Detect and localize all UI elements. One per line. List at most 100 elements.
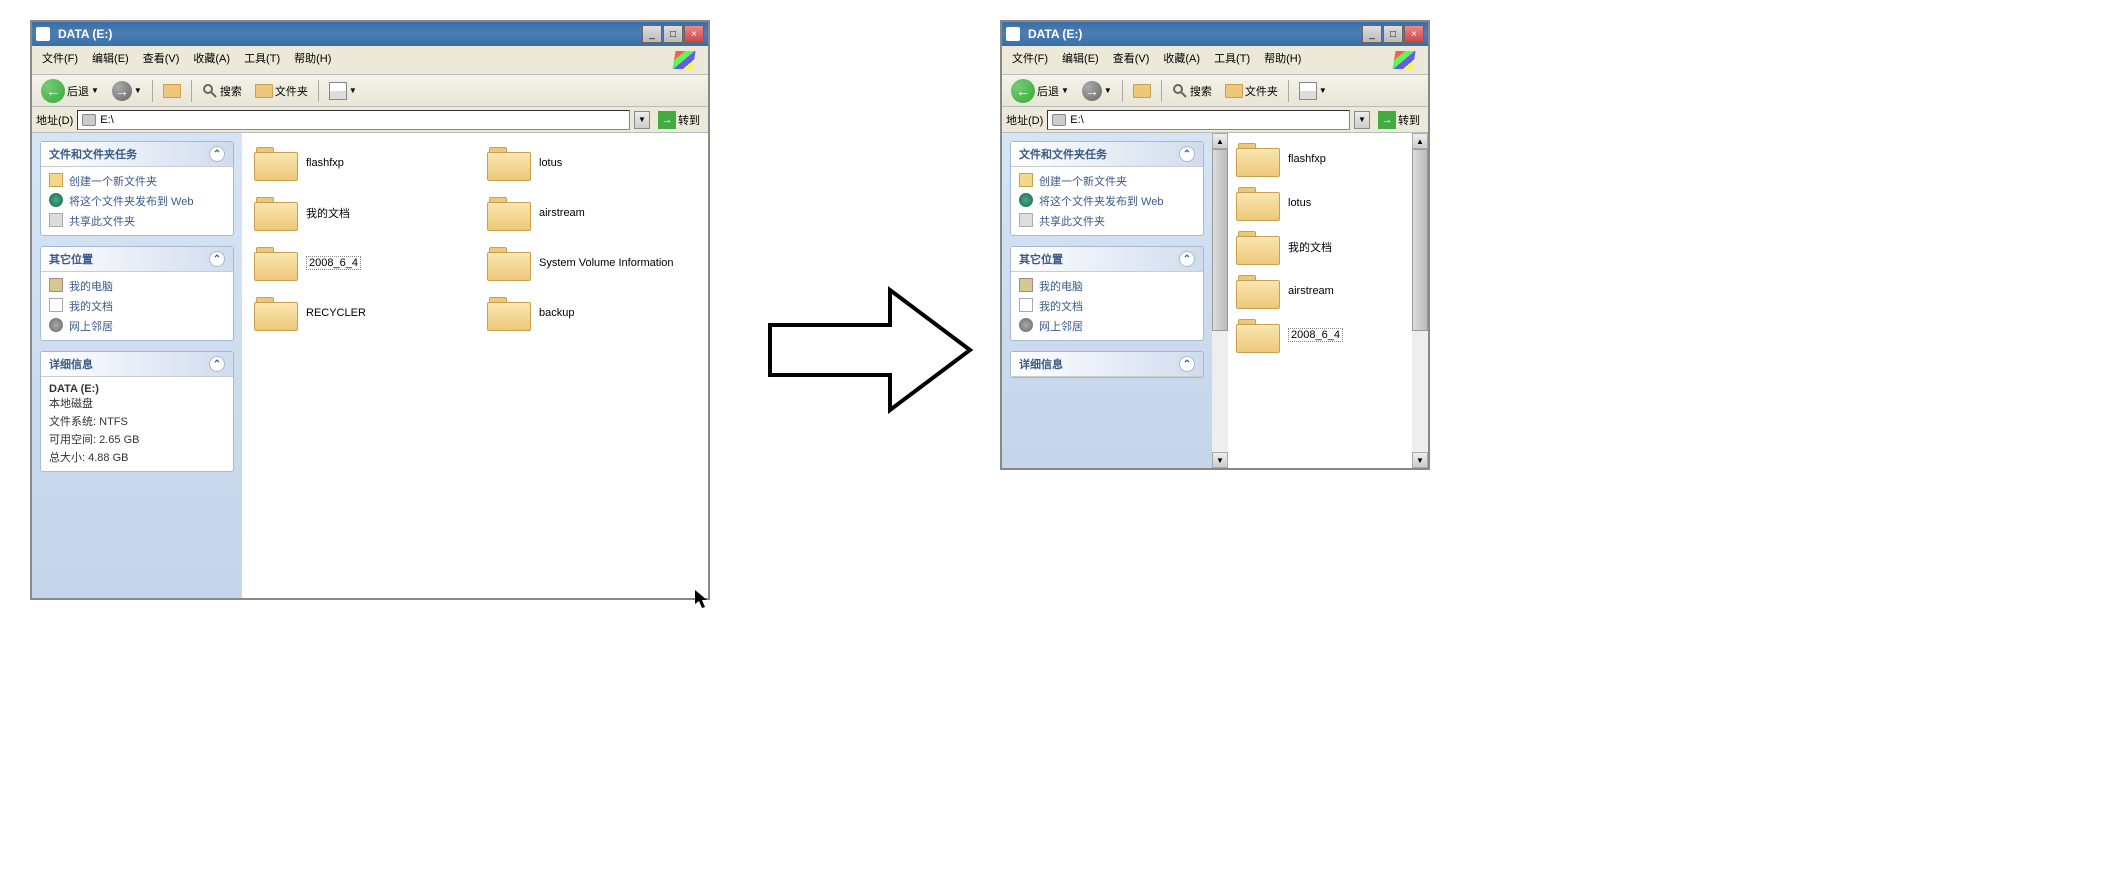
- folder-item[interactable]: backup: [485, 293, 698, 333]
- sidebar-scrollbar[interactable]: ▲ ▼: [1212, 133, 1228, 468]
- address-dropdown[interactable]: ▼: [634, 111, 650, 129]
- place-my-computer[interactable]: 我的电脑: [49, 278, 225, 294]
- close-button[interactable]: ×: [1404, 25, 1424, 43]
- scroll-down-button[interactable]: ▼: [1212, 452, 1228, 468]
- minimize-button[interactable]: _: [1362, 25, 1382, 43]
- folder-row: RECYCLER backup: [252, 293, 698, 333]
- back-button[interactable]: ← 后退 ▼: [36, 76, 104, 106]
- folder-item[interactable]: 我的文档: [1234, 227, 1406, 267]
- tasks-header-label: 文件和文件夹任务: [1019, 146, 1107, 162]
- back-button[interactable]: ← 后退 ▼: [1006, 76, 1074, 106]
- folder-content-area[interactable]: flashfxp lotus 我的文档 airstream 2008_6_4 S…: [242, 133, 708, 598]
- place-network[interactable]: 网上邻居: [49, 318, 225, 334]
- task-label: 共享此文件夹: [69, 213, 135, 229]
- address-input[interactable]: E:\: [77, 110, 630, 130]
- collapse-icon[interactable]: ⌃: [209, 251, 225, 267]
- task-new-folder[interactable]: 创建一个新文件夹: [1019, 173, 1195, 189]
- scroll-down-button[interactable]: ▼: [1412, 452, 1428, 468]
- details-header[interactable]: 详细信息 ⌃: [41, 352, 233, 377]
- search-button[interactable]: 搜索: [197, 80, 247, 102]
- place-my-documents[interactable]: 我的文档: [49, 298, 225, 314]
- menu-help[interactable]: 帮助(H): [1258, 48, 1307, 72]
- task-publish-web[interactable]: 将这个文件夹发布到 Web: [49, 193, 225, 209]
- folder-label: airstream: [539, 207, 585, 219]
- folder-label: lotus: [539, 157, 562, 169]
- place-my-documents[interactable]: 我的文档: [1019, 298, 1195, 314]
- folder-item[interactable]: airstream: [1234, 271, 1406, 311]
- up-button[interactable]: [158, 81, 186, 101]
- titlebar[interactable]: DATA (E:) _ □ ×: [32, 22, 708, 46]
- details-header-label: 详细信息: [49, 356, 93, 372]
- folders-button[interactable]: 文件夹: [1220, 80, 1283, 102]
- maximize-button[interactable]: □: [1383, 25, 1403, 43]
- collapse-icon[interactable]: ⌃: [1179, 251, 1195, 267]
- folder-content-area[interactable]: flashfxp lotus 我的文档 airstream 2008_6_4: [1228, 133, 1412, 468]
- folder-item[interactable]: RECYCLER: [252, 293, 465, 333]
- folder-item[interactable]: airstream: [485, 193, 698, 233]
- address-input[interactable]: E:\: [1047, 110, 1350, 130]
- folder-item[interactable]: lotus: [485, 143, 698, 183]
- minimize-button[interactable]: _: [642, 25, 662, 43]
- scroll-up-button[interactable]: ▲: [1212, 133, 1228, 149]
- task-new-folder[interactable]: 创建一个新文件夹: [49, 173, 225, 189]
- folder-item[interactable]: 2008_6_4: [252, 243, 465, 283]
- place-label: 我的文档: [1039, 298, 1083, 314]
- scroll-thumb[interactable]: [1212, 149, 1228, 331]
- menu-view[interactable]: 查看(V): [1107, 48, 1156, 72]
- folder-item[interactable]: System Volume Information: [485, 243, 698, 283]
- collapse-icon[interactable]: ⌃: [1179, 356, 1195, 372]
- places-header[interactable]: 其它位置 ⌃: [41, 247, 233, 272]
- content-scrollbar[interactable]: ▲ ▼: [1412, 133, 1428, 468]
- forward-button[interactable]: → ▼: [107, 78, 147, 104]
- place-network[interactable]: 网上邻居: [1019, 318, 1195, 334]
- menu-favorites[interactable]: 收藏(A): [1157, 48, 1206, 72]
- menu-tools[interactable]: 工具(T): [238, 48, 286, 72]
- scroll-thumb[interactable]: [1412, 149, 1428, 331]
- forward-button[interactable]: → ▼: [1077, 78, 1117, 104]
- task-publish-web[interactable]: 将这个文件夹发布到 Web: [1019, 193, 1195, 209]
- views-button[interactable]: ▼: [1294, 79, 1332, 103]
- scroll-track[interactable]: [1412, 149, 1428, 452]
- menu-edit[interactable]: 编辑(E): [1056, 48, 1105, 72]
- folder-item[interactable]: 我的文档: [252, 193, 465, 233]
- windows-logo: [1384, 48, 1424, 72]
- maximize-button[interactable]: □: [663, 25, 683, 43]
- folder-icon: [1236, 141, 1280, 177]
- collapse-icon[interactable]: ⌃: [209, 146, 225, 162]
- scroll-track[interactable]: [1212, 149, 1228, 452]
- scroll-up-button[interactable]: ▲: [1412, 133, 1428, 149]
- places-header[interactable]: 其它位置 ⌃: [1011, 247, 1203, 272]
- views-button[interactable]: ▼: [324, 79, 362, 103]
- tasks-header[interactable]: 文件和文件夹任务 ⌃: [41, 142, 233, 167]
- tasks-header[interactable]: 文件和文件夹任务 ⌃: [1011, 142, 1203, 167]
- collapse-icon[interactable]: ⌃: [1179, 146, 1195, 162]
- menu-tools[interactable]: 工具(T): [1208, 48, 1256, 72]
- menu-edit[interactable]: 编辑(E): [86, 48, 135, 72]
- address-dropdown[interactable]: ▼: [1354, 111, 1370, 129]
- menu-favorites[interactable]: 收藏(A): [187, 48, 236, 72]
- task-share[interactable]: 共享此文件夹: [49, 213, 225, 229]
- task-share[interactable]: 共享此文件夹: [1019, 213, 1195, 229]
- folder-icon: [487, 295, 531, 331]
- folder-item[interactable]: lotus: [1234, 183, 1406, 223]
- folder-item[interactable]: 2008_6_4: [1234, 315, 1406, 355]
- folder-item[interactable]: flashfxp: [252, 143, 465, 183]
- menu-view[interactable]: 查看(V): [137, 48, 186, 72]
- go-button[interactable]: → 转到: [1374, 111, 1424, 129]
- details-header[interactable]: 详细信息 ⌃: [1011, 352, 1203, 377]
- folder-item[interactable]: flashfxp: [1234, 139, 1406, 179]
- menu-file[interactable]: 文件(F): [36, 48, 84, 72]
- folders-button[interactable]: 文件夹: [250, 80, 313, 102]
- up-button[interactable]: [1128, 81, 1156, 101]
- go-button[interactable]: → 转到: [654, 111, 704, 129]
- search-button[interactable]: 搜索: [1167, 80, 1217, 102]
- menu-help[interactable]: 帮助(H): [288, 48, 337, 72]
- menu-file[interactable]: 文件(F): [1006, 48, 1054, 72]
- titlebar[interactable]: DATA (E:) _ □ ×: [1002, 22, 1428, 46]
- close-button[interactable]: ×: [684, 25, 704, 43]
- place-my-computer[interactable]: 我的电脑: [1019, 278, 1195, 294]
- chevron-down-icon: ▼: [134, 86, 142, 95]
- folder-list: flashfxp lotus 我的文档 airstream 2008_6_4: [1234, 139, 1406, 355]
- search-icon: [1172, 83, 1188, 99]
- collapse-icon[interactable]: ⌃: [209, 356, 225, 372]
